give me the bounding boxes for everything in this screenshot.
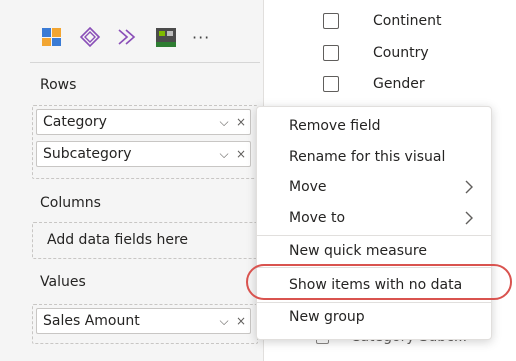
field-context-menu: Remove field Rename for this visual Move… [256,106,492,340]
smart-narrative-icon[interactable] [116,25,140,49]
field-label: Country [373,45,429,61]
field-label: Gender [373,76,425,92]
decomposition-tree-icon[interactable] [78,25,102,49]
field-pill-label: Sales Amount [43,313,140,329]
field-pill-sales-amount[interactable]: Sales Amount ⌵ × [36,308,251,334]
menu-item-show-items-no-data[interactable]: Show items with no data [289,274,462,296]
chevron-down-icon[interactable]: ⌵ [216,314,232,329]
columns-label: Columns [40,195,101,211]
visualizations-pane: ··· Rows Category ⌵ × Subcategory ⌵ × Co… [0,0,264,361]
key-influencers-icon[interactable] [40,25,64,49]
more-visuals-icon[interactable]: ··· [192,28,210,47]
menu-item-move-to[interactable]: Move to [289,207,485,229]
menu-item-label: Move to [289,210,346,226]
field-label: Continent [373,13,442,29]
checkbox[interactable] [323,76,339,92]
menu-separator [257,267,491,268]
close-icon[interactable]: × [232,314,250,328]
chevron-right-icon [465,180,473,194]
values-label: Values [40,274,86,290]
columns-placeholder: Add data fields here [47,232,189,248]
menu-separator [257,235,491,236]
close-icon[interactable]: × [232,147,250,161]
field-pill-label: Category [43,114,107,130]
rows-label: Rows [40,77,77,93]
checkbox[interactable] [323,45,339,61]
visual-icons-row: ··· [40,24,210,50]
menu-item-label: Move [289,179,327,195]
divider [30,62,260,63]
pro-visual-icon[interactable] [154,25,178,49]
field-item-country[interactable]: Country [323,42,429,64]
field-pill-category[interactable]: Category ⌵ × [36,109,251,135]
field-pill-label: Subcategory [43,146,132,162]
menu-item-new-group[interactable]: New group [289,306,365,328]
field-pill-subcategory[interactable]: Subcategory ⌵ × [36,141,251,167]
field-item-gender[interactable]: Gender [323,73,425,95]
menu-item-new-quick-measure[interactable]: New quick measure [289,240,427,262]
columns-well[interactable]: Add data fields here [32,222,258,259]
menu-separator [257,302,491,303]
menu-item-rename[interactable]: Rename for this visual [289,146,445,168]
menu-item-remove-field[interactable]: Remove field [289,115,380,137]
menu-item-move[interactable]: Move [289,176,485,198]
checkbox[interactable] [323,13,339,29]
chevron-right-icon [465,211,473,225]
close-icon[interactable]: × [232,115,250,129]
chevron-down-icon[interactable]: ⌵ [216,115,232,130]
chevron-down-icon[interactable]: ⌵ [216,147,232,162]
field-item-continent[interactable]: Continent [323,10,441,32]
